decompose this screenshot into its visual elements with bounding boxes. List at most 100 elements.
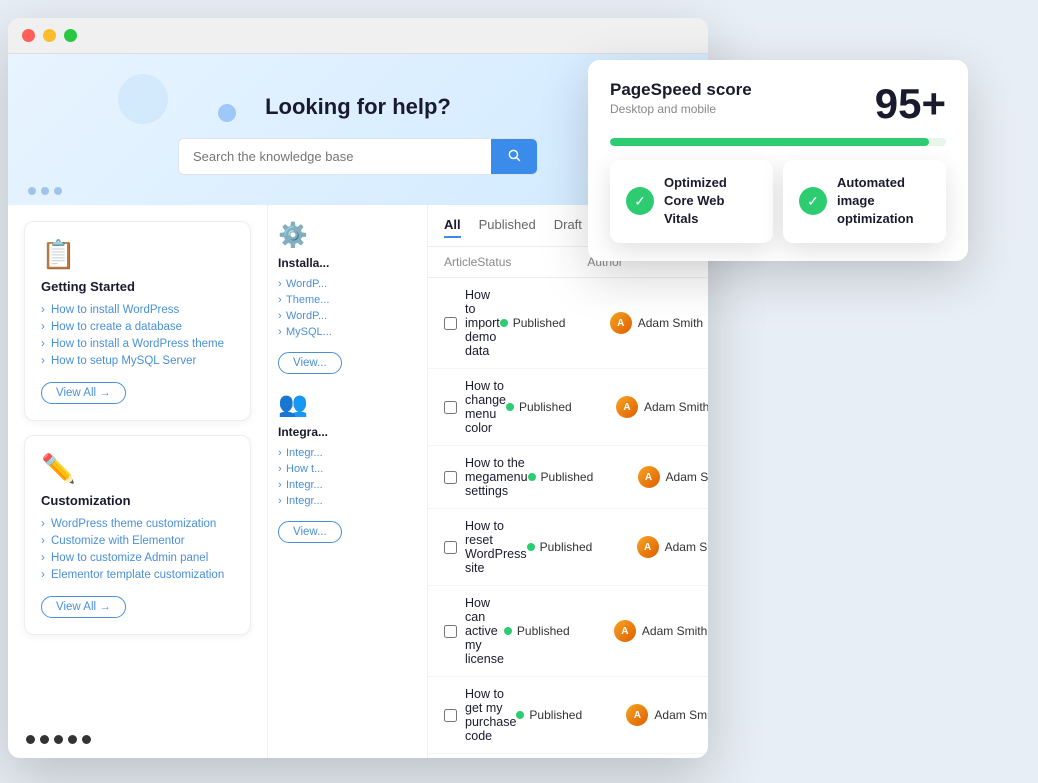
status-cell: Published	[500, 316, 610, 330]
article-title-cell: How can active my license	[444, 596, 504, 666]
status-dot	[500, 319, 508, 327]
tab-all[interactable]: All	[444, 217, 461, 238]
gs-link-2[interactable]: How to create a database	[41, 321, 234, 333]
install-title: Installa...	[278, 256, 417, 270]
avatar: A	[638, 466, 660, 488]
row-checkbox-0[interactable]	[444, 317, 457, 330]
author-cell: A Adam Smith	[638, 466, 708, 488]
install-icon: ⚙️	[278, 221, 417, 250]
install-link-1[interactable]: WordP...	[278, 278, 417, 290]
deco-circle-1	[118, 74, 168, 124]
content-area: 📋 Getting Started How to install WordPre…	[8, 205, 708, 758]
row-checkbox-3[interactable]	[444, 541, 457, 554]
author-cell: A Adam Smith	[626, 704, 708, 726]
customization-title: Customization	[41, 493, 234, 508]
badge-img-opt: ✓ Automated imageoptimization	[783, 160, 946, 243]
minimize-button[interactable]	[43, 29, 56, 42]
integrate-view-all[interactable]: View...	[278, 521, 342, 543]
getting-started-icon: 📋	[41, 238, 234, 271]
article-title-text: How to reset WordPress site	[465, 519, 527, 575]
install-link-2[interactable]: Theme...	[278, 294, 417, 306]
status-label: Published	[517, 624, 570, 638]
author-cell: A Adam Smith	[616, 396, 708, 418]
status-cell: Published	[504, 624, 614, 638]
table-body: How to import demo data Published A Adam…	[428, 278, 708, 758]
gs-link-1[interactable]: How to install WordPress	[41, 304, 234, 316]
article-title-text: How to the megamenu settings	[465, 456, 528, 498]
integrate-link-4[interactable]: Integr...	[278, 495, 417, 507]
install-link-4[interactable]: MySQL...	[278, 326, 417, 338]
install-view-all[interactable]: View...	[278, 352, 342, 374]
pagespeed-subtitle: Desktop and mobile	[610, 102, 752, 116]
badge-cwv-check: ✓	[626, 187, 654, 215]
install-link-3[interactable]: WordP...	[278, 310, 417, 322]
article-title-text: How can active my license	[465, 596, 504, 666]
article-title-text: How to get my purchase code	[465, 687, 516, 743]
pagespeed-title: PageSpeed score	[610, 80, 752, 100]
decorative-dots-bottom	[26, 735, 91, 744]
cust-link-3[interactable]: How to customize Admin panel	[41, 552, 234, 564]
gs-link-3[interactable]: How to install a WordPress theme	[41, 338, 234, 350]
author-cell: A Adam Smith	[637, 536, 708, 558]
badge-cwv: ✓ OptimizedCore Web Vitals	[610, 160, 773, 243]
table-row: How to reset WordPress site Published A …	[428, 509, 708, 586]
tab-published[interactable]: Published	[479, 217, 536, 238]
table-row: How to import demo data Published A Adam…	[428, 278, 708, 369]
author-name: Adam Smith	[665, 540, 708, 554]
article-title-cell: How to get my purchase code	[444, 687, 516, 743]
row-checkbox-1[interactable]	[444, 401, 457, 414]
customization-view-all[interactable]: View All →	[41, 596, 126, 618]
avatar: A	[616, 396, 638, 418]
avatar: A	[626, 704, 648, 726]
tab-draft[interactable]: Draft	[554, 217, 582, 238]
getting-started-view-all[interactable]: View All →	[41, 382, 126, 404]
table-row: How to the megamenu settings Published A…	[428, 446, 708, 509]
badge-cwv-label: OptimizedCore Web Vitals	[664, 174, 757, 229]
article-title-text: How to import demo data	[465, 288, 500, 358]
status-label: Published	[541, 470, 594, 484]
status-cell: Published	[506, 400, 616, 414]
badge-img-check: ✓	[799, 187, 827, 215]
categories-sidebar: 📋 Getting Started How to install WordPre…	[8, 205, 268, 758]
author-name: Adam Smith	[638, 316, 703, 330]
author-name: Adam Smith	[654, 708, 708, 722]
article-title-cell: How to reset WordPress site	[444, 519, 527, 575]
avatar: A	[637, 536, 659, 558]
pagespeed-top: PageSpeed score Desktop and mobile 95+	[610, 80, 946, 128]
install-panel: ⚙️ Installa... WordP... Theme... WordP..…	[268, 205, 428, 758]
search-button[interactable]	[491, 139, 537, 174]
status-dot	[506, 403, 514, 411]
maximize-button[interactable]	[64, 29, 77, 42]
author-name: Adam Smith	[644, 400, 708, 414]
search-input[interactable]	[179, 139, 491, 174]
col-article: Article	[444, 255, 477, 269]
cust-link-4[interactable]: Elementor template customization	[41, 569, 234, 581]
status-cell: Published	[527, 540, 637, 554]
avatar: A	[610, 312, 632, 334]
status-label: Published	[540, 540, 593, 554]
pagespeed-card: PageSpeed score Desktop and mobile 95+ ✓…	[588, 60, 968, 261]
cust-link-1[interactable]: WordPress theme customization	[41, 518, 234, 530]
close-button[interactable]	[22, 29, 35, 42]
status-dot	[516, 711, 524, 719]
row-checkbox-5[interactable]	[444, 709, 457, 722]
integrate-link-3[interactable]: Integr...	[278, 479, 417, 491]
row-checkbox-4[interactable]	[444, 625, 457, 638]
status-label: Published	[513, 316, 566, 330]
deco-circle-2	[218, 104, 236, 122]
feature-badges: ✓ OptimizedCore Web Vitals ✓ Automated i…	[610, 160, 946, 243]
badge-img-label: Automated imageoptimization	[837, 174, 930, 229]
articles-panel: All Published Draft Trash Article Status…	[428, 205, 708, 758]
cust-link-2[interactable]: Customize with Elementor	[41, 535, 234, 547]
title-bar	[8, 18, 708, 54]
gs-link-4[interactable]: How to setup MySQL Server	[41, 355, 234, 367]
row-checkbox-2[interactable]	[444, 471, 457, 484]
integrate-link-2[interactable]: How t...	[278, 463, 417, 475]
integrate-link-1[interactable]: Integr...	[278, 447, 417, 459]
author-cell: A Adam Smith	[610, 312, 708, 334]
integrate-icon: 👥	[278, 390, 417, 419]
author-name: Adam Smith	[666, 470, 708, 484]
table-row: How to set the proper permalink Publishe…	[428, 754, 708, 758]
category-card-getting-started: 📋 Getting Started How to install WordPre…	[24, 221, 251, 421]
pagespeed-score: 95+	[875, 80, 946, 128]
